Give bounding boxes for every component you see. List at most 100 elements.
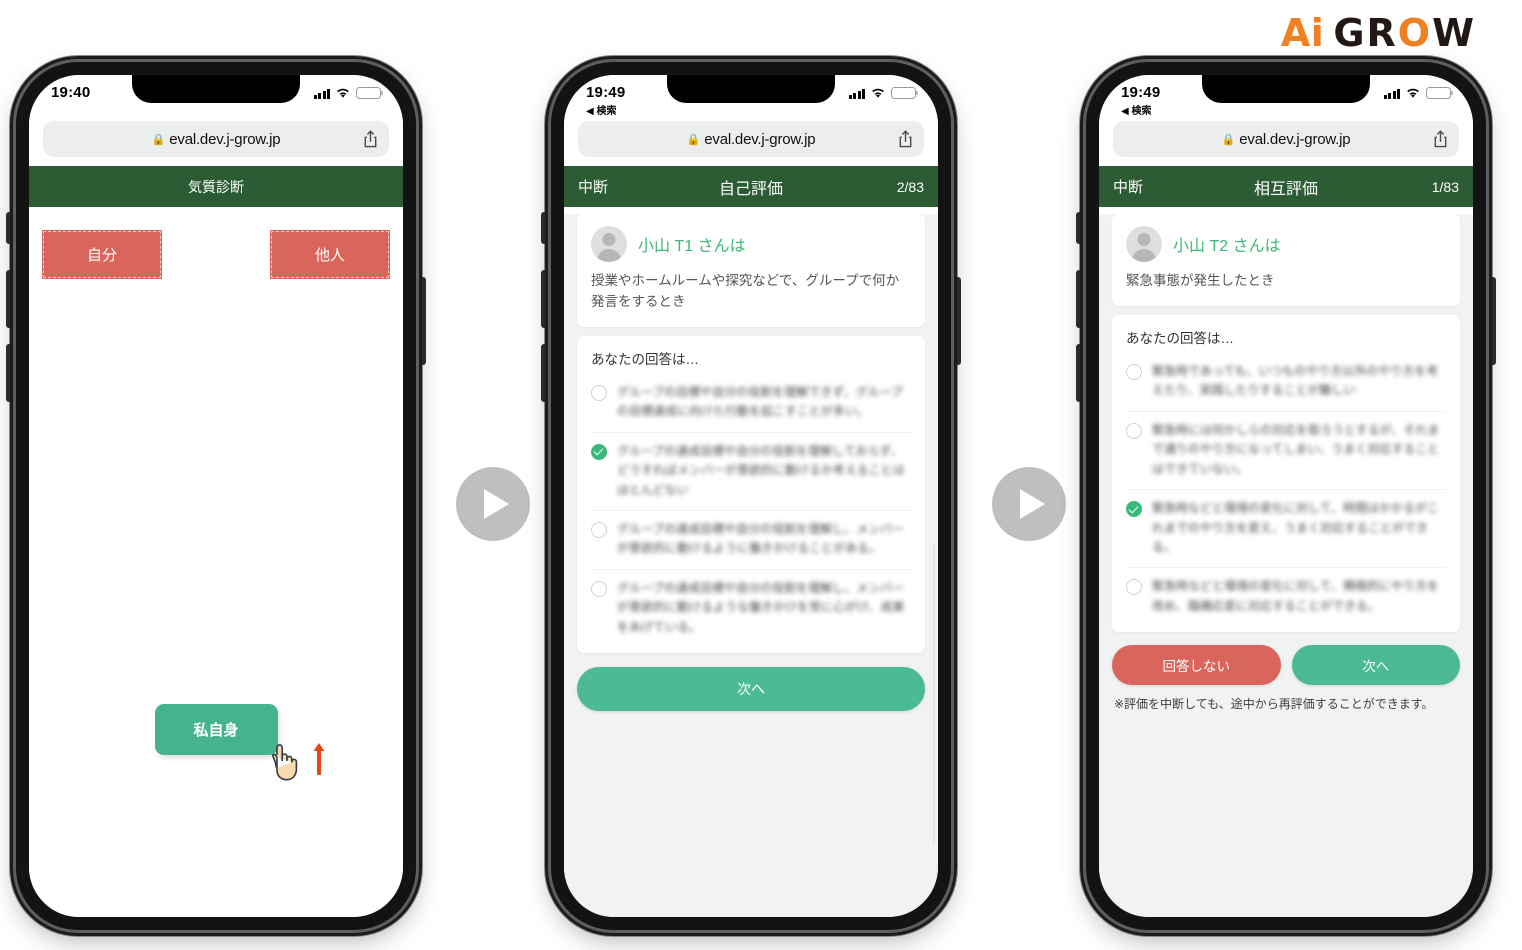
phone1-choice-row: 自分 他人 — [29, 207, 403, 279]
lock-icon: 🔒 — [1221, 133, 1236, 146]
answer-option-text: 緊急時には何かしらの対応を取ろうとするが、それまで通りのやり方になってしまい、う… — [1152, 422, 1440, 476]
cellular-signal-icon — [1383, 88, 1400, 99]
cellular-signal-icon — [848, 88, 865, 99]
answer-option[interactable]: 緊急時であっても、いつものやり方以外のやり方を考えたり、実践したりすることが難し… — [1126, 353, 1446, 412]
phone3-question-text: 緊急事態が発生したとき — [1126, 273, 1275, 288]
phone3-power-button[interactable] — [1492, 277, 1496, 365]
phone3-volume-down[interactable] — [1076, 344, 1080, 402]
phone1-volume-down[interactable] — [6, 344, 10, 402]
phone2-progress-counter: 2/83 — [896, 178, 924, 195]
myself-button[interactable]: 私自身 — [154, 704, 324, 781]
wifi-icon — [335, 87, 351, 99]
phone2-power-button[interactable] — [957, 277, 961, 365]
phone2-answer-card: あなたの回答は… グループの目標や自分の役割を理解できず、グループの目標達成に向… — [577, 335, 925, 654]
wifi-icon — [870, 87, 886, 99]
answer-option[interactable]: グループの達成目標や自分の役割を理解しておらず、どうすればメンバーが意欲的に動け… — [591, 433, 911, 512]
lock-icon: 🔒 — [686, 133, 701, 146]
phone-2-frame: 19:49 ◀ 検索 🔒 eval.dev.j-grow.jp 中断 自己評価 … — [541, 55, 961, 937]
phone1-volume-up[interactable] — [6, 270, 10, 328]
radio-icon[interactable] — [1126, 363, 1142, 380]
phone1-screen: 19:40 🔒 eval.dev.j-grow.jp 気質診断 自分 他人 私自… — [29, 75, 403, 917]
phone2-volume-up[interactable] — [541, 270, 545, 328]
answer-option-text: 緊急時などと環境の変化に対して、時間はかかるがこれまでのやり方を変え、うまく対応… — [1152, 501, 1440, 554]
hand-cursor-icon — [266, 742, 300, 782]
phone3-question-card: 小山 T2 さんは 緊急事態が発生したとき — [1112, 214, 1460, 306]
phone2-scrollbar[interactable] — [932, 544, 935, 844]
phone1-notch — [132, 75, 300, 103]
answer-option[interactable]: グループの達成目標や自分の役割を理解し、メンバーが意欲的に動けるような働きかけを… — [591, 570, 911, 647]
logo-grow-text: GROW — [1333, 11, 1476, 55]
share-icon[interactable] — [363, 130, 378, 148]
phone3-skip-button[interactable]: 回答しない — [1112, 645, 1281, 686]
phone2-volume-down[interactable] — [541, 344, 545, 402]
phone2-answers-title: あなたの回答は… — [591, 351, 699, 367]
play-triangle — [484, 489, 509, 519]
answer-option[interactable]: 緊急時などと環境の変化に対して、時間はかかるがこれまでのやり方を変え、うまく対応… — [1126, 490, 1446, 569]
share-icon[interactable] — [898, 130, 913, 148]
up-arrow-icon — [312, 741, 326, 777]
phone3-answers-title: あなたの回答は… — [1126, 330, 1234, 346]
lock-icon: 🔒 — [151, 133, 166, 146]
play-icon-2[interactable] — [992, 467, 1066, 541]
other-choice-button[interactable]: 他人 — [270, 230, 390, 279]
radio-icon[interactable] — [591, 384, 607, 401]
phone3-next-button[interactable]: 次へ — [1291, 645, 1460, 686]
phone2-mute-switch[interactable] — [541, 212, 545, 244]
wifi-icon — [1405, 87, 1421, 99]
phone-1-frame: 19:40 🔒 eval.dev.j-grow.jp 気質診断 自分 他人 私自… — [6, 55, 426, 937]
phone3-mute-switch[interactable] — [1076, 212, 1080, 244]
answer-option-text: グループの目標や自分の役割を理解できず、グループの目標達成に向けた行動を起こすこ… — [617, 384, 903, 419]
radio-checked-icon[interactable] — [591, 443, 607, 460]
phone1-mute-switch[interactable] — [6, 212, 10, 244]
answer-option[interactable]: 緊急時などと環境の変化に対して、積極的にやり方を改め、臨機応変に対応することがで… — [1126, 568, 1446, 626]
radio-icon[interactable] — [1126, 422, 1142, 439]
phone3-screen: 19:49 ◀ 検索 🔒 eval.dev.j-grow.jp 中断 相互評価 … — [1099, 75, 1473, 917]
phone3-header-title: 相互評価 — [1253, 180, 1318, 198]
radio-icon[interactable] — [591, 522, 607, 539]
phone3-back-to-app-label[interactable]: ◀ 検索 — [1121, 102, 1151, 117]
answer-option-text: グループの達成目標や自分の役割を理解しておらず、どうすればメンバーが意欲的に動け… — [617, 443, 905, 497]
phone3-status-time: 19:49 — [1121, 84, 1161, 101]
answer-option[interactable]: グループの目標や自分の役割を理解できず、グループの目標達成に向けた行動を起こすこ… — [591, 374, 911, 433]
phone1-power-button[interactable] — [422, 277, 426, 365]
aigrow-logo: Ai GROW — [1281, 14, 1476, 52]
phone3-subject-name: 小山 T2 さんは — [1173, 238, 1281, 255]
phone1-primary-button-wrap: 私自身 — [29, 704, 403, 781]
phone3-action-row: 回答しない 次へ — [1112, 645, 1460, 686]
phone1-safari-urlbar-wrap: 🔒 eval.dev.j-grow.jp — [29, 121, 403, 166]
phone2-back-to-app-label[interactable]: ◀ 検索 — [586, 102, 616, 117]
phone1-address-bar[interactable]: 🔒 eval.dev.j-grow.jp — [43, 121, 389, 157]
radio-icon[interactable] — [1126, 579, 1142, 596]
phone3-answer-card: あなたの回答は… 緊急時であっても、いつものやり方以外のやり方を考えたり、実践し… — [1112, 314, 1460, 633]
answer-option[interactable]: グループの達成目標や自分の役割を理解し、メンバーが意欲的に動けるように働きかける… — [591, 511, 911, 570]
battery-icon — [1426, 87, 1454, 99]
phone1-status-time: 19:40 — [51, 84, 91, 101]
share-icon[interactable] — [1433, 130, 1448, 148]
answer-option[interactable]: 緊急時には何かしらの対応を取ろうとするが、それまで通りのやり方になってしまい、う… — [1126, 412, 1446, 491]
phone3-volume-up[interactable] — [1076, 270, 1080, 328]
screenshot-stage: Ai GROW 19:40 🔒 eval.dev.j-grow.jp 気質診断 … — [0, 0, 1522, 950]
phone3-page-body: 小山 T2 さんは 緊急事態が発生したとき あなたの回答は… 緊急時であっても、… — [1099, 214, 1473, 917]
phone2-subject-name: 小山 T1 さんは — [638, 238, 746, 255]
phone2-header-title: 自己評価 — [718, 180, 783, 198]
phone2-suspend-button[interactable]: 中断 — [578, 176, 640, 197]
phone2-next-button[interactable]: 次へ — [577, 667, 925, 712]
phone2-question-text: 授業やホームルームや探究などで、グループで何か発言をするとき — [591, 273, 900, 309]
phone3-url-text: eval.dev.j-grow.jp — [1239, 130, 1351, 148]
phone3-safari-urlbar-wrap: 🔒 eval.dev.j-grow.jp — [1099, 121, 1473, 166]
phone3-note-text: ※評価を中断しても、途中から再評価することができます。 — [1114, 697, 1434, 712]
radio-icon[interactable] — [591, 580, 607, 597]
phone2-question-card: 小山 T1 さんは 授業やホームルームや探究などで、グループで何か発言をするとき — [577, 214, 925, 327]
answer-option-text: グループの達成目標や自分の役割を理解し、メンバーが意欲的に動けるように働きかける… — [617, 522, 905, 556]
phone3-address-bar[interactable]: 🔒 eval.dev.j-grow.jp — [1113, 121, 1459, 157]
phone1-header-title: 気質診断 — [188, 178, 244, 195]
play-icon-1[interactable] — [456, 467, 530, 541]
phone3-suspend-button[interactable]: 中断 — [1113, 176, 1175, 197]
self-choice-button[interactable]: 自分 — [42, 230, 162, 279]
radio-checked-icon[interactable] — [1126, 501, 1142, 518]
myself-button-label: 私自身 — [193, 722, 239, 739]
phone2-address-bar[interactable]: 🔒 eval.dev.j-grow.jp — [578, 121, 924, 157]
phone2-status-time: 19:49 — [586, 84, 626, 101]
avatar — [591, 226, 627, 262]
phone2-safari-urlbar-wrap: 🔒 eval.dev.j-grow.jp — [564, 121, 938, 166]
